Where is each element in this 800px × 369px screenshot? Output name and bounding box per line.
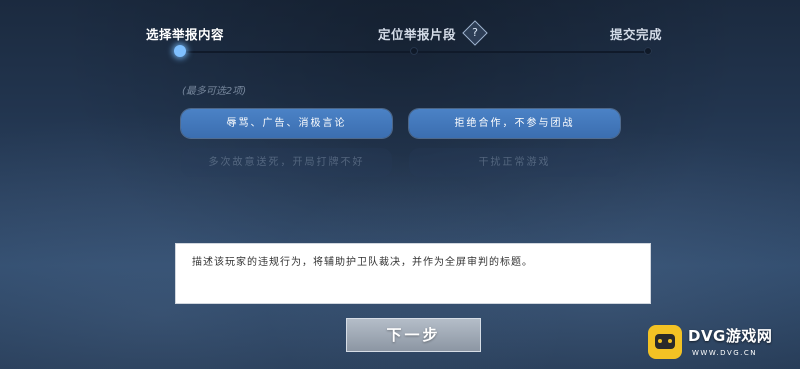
step-dot-3	[644, 47, 652, 55]
step-dot-2	[410, 47, 418, 55]
watermark-url: WWW.DVG.CN	[692, 349, 758, 357]
description-input[interactable]: 描述该玩家的违规行为，将辅助护卫队裁决，并作为全屏审判的标题。	[175, 243, 651, 304]
option-refuse-cooperate[interactable]: 拒绝合作，不参与团战	[409, 109, 620, 138]
help-glyph: ?	[472, 26, 478, 39]
question-diamond-icon[interactable]: ?	[462, 20, 488, 46]
step-submit-complete: 提交完成	[610, 27, 663, 42]
watermark-title: DVG游戏网	[688, 327, 773, 345]
watermark: DVG游戏网 WWW.DVG.CN	[648, 323, 798, 365]
next-step-button[interactable]: 下一步	[346, 318, 481, 352]
option-intentional-feeding[interactable]: 多次故意送死，开局打牌不好	[181, 148, 392, 177]
option-abuse-ads[interactable]: 辱骂、广告、消极言论	[181, 109, 392, 138]
step-indicator: 选择举报内容 定位举报片段 ? 提交完成	[0, 0, 800, 60]
option-disrupt-game[interactable]: 干扰正常游戏	[409, 148, 620, 177]
gamepad-logo-icon	[648, 325, 682, 359]
step-select-content: 选择举报内容	[146, 27, 225, 42]
step-dot-1	[174, 45, 186, 57]
selection-hint: (最多可选2项)	[182, 86, 247, 97]
step-locate-clip: 定位举报片段	[378, 27, 457, 42]
